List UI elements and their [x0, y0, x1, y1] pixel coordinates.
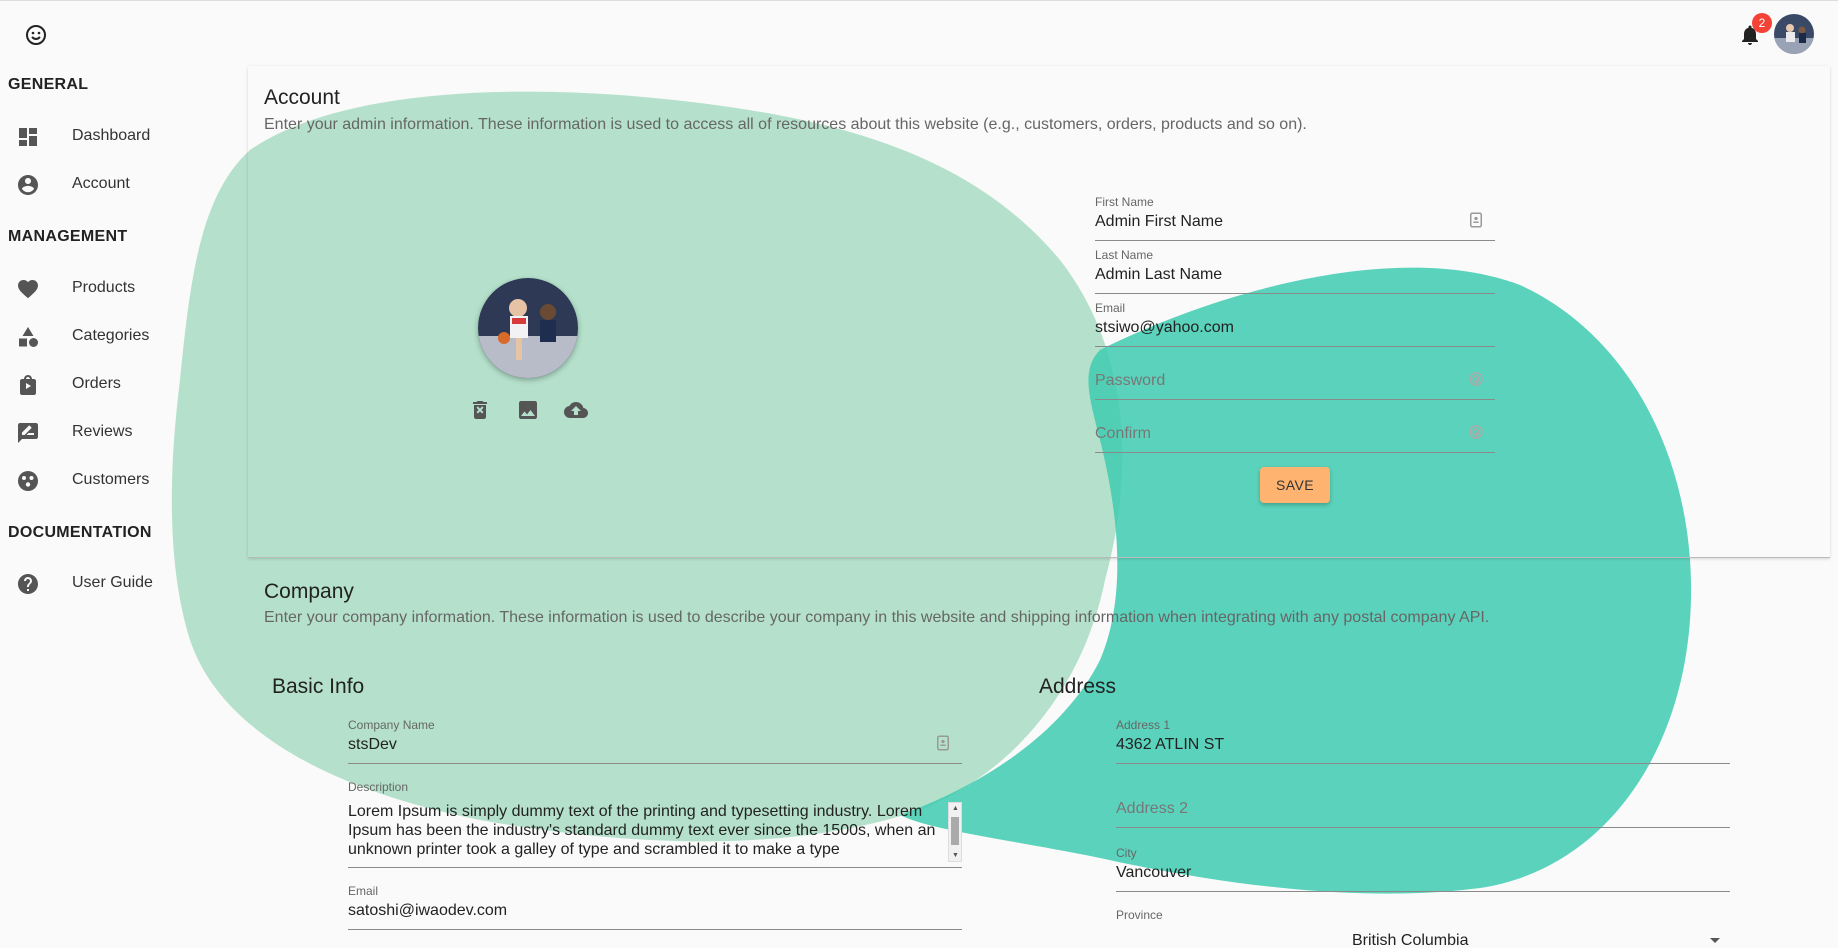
- chevron-down-icon[interactable]: [1710, 938, 1720, 943]
- last-name-field[interactable]: Last Name Admin Last Name: [1095, 248, 1495, 294]
- company-email-label: Email: [348, 884, 379, 898]
- city-value: Vancouver: [1116, 864, 1192, 881]
- password-placeholder: Password: [1095, 372, 1166, 389]
- confirm-placeholder: Confirm: [1095, 425, 1152, 442]
- sidebar-item-label: Products: [72, 279, 136, 296]
- first-name-value: Admin First Name: [1095, 213, 1224, 230]
- sidebar-item-label: Customers: [72, 471, 150, 488]
- province-label: Province: [1116, 908, 1163, 922]
- sidebar-item-label: Orders: [72, 375, 121, 392]
- sidebar-item-account[interactable]: Account: [0, 161, 240, 209]
- password-field[interactable]: Password: [1095, 354, 1495, 400]
- sidebar-item-label: Account: [72, 175, 130, 192]
- sidebar-item-label: Dashboard: [72, 127, 151, 144]
- address-title: Address: [1039, 675, 1117, 698]
- address1-value: 4362 ATLIN ST: [1116, 736, 1225, 753]
- account-circle-icon: [18, 175, 38, 195]
- image-icon[interactable]: [516, 398, 540, 422]
- scroll-thumb[interactable]: [951, 817, 959, 845]
- company-name-label: Company Name: [348, 718, 435, 732]
- sidebar-item-reviews[interactable]: Reviews: [0, 409, 240, 457]
- profile-avatar-image: [478, 278, 578, 378]
- sidebar-item-orders[interactable]: Orders: [0, 361, 240, 409]
- scroll-down-arrow-icon[interactable]: ▼: [952, 852, 959, 859]
- city-field[interactable]: City Vancouver: [1116, 846, 1730, 892]
- address2-field[interactable]: Address 2: [1116, 782, 1730, 828]
- email-label: Email: [1095, 301, 1126, 315]
- company-name-value: stsDev: [348, 736, 397, 753]
- scroll-up-arrow-icon[interactable]: ▲: [952, 805, 959, 812]
- description-text: Lorem Ipsum is simply dummy text of the …: [348, 803, 936, 858]
- address2-placeholder: Address 2: [1116, 800, 1189, 817]
- account-title: Account: [264, 86, 340, 109]
- description-textarea[interactable]: Description Lorem Ipsum is simply dummy …: [348, 780, 962, 868]
- notification-count-badge: 2: [1752, 13, 1772, 33]
- description-scrollbar[interactable]: ▲ ▼: [948, 802, 962, 862]
- description-label: Description: [348, 780, 409, 794]
- delete-avatar-icon[interactable]: [468, 398, 492, 422]
- sidebar-section-documentation: DOCUMENTATION: [8, 524, 152, 541]
- sidebar-item-label: Categories: [72, 327, 150, 344]
- save-button[interactable]: SAVE: [1260, 467, 1330, 503]
- email-field[interactable]: Email stsiwo@yahoo.com: [1095, 301, 1495, 347]
- sidebar-item-user-guide[interactable]: User Guide: [0, 560, 240, 608]
- company-name-field[interactable]: Company Name stsDev: [348, 718, 962, 764]
- company-email-field[interactable]: Email satoshi@iwaodev.com: [348, 884, 962, 930]
- sidebar-item-label: Reviews: [72, 423, 133, 440]
- top-app-bar: 2: [0, 0, 1838, 66]
- last-name-value: Admin Last Name: [1095, 266, 1223, 283]
- heart-icon: [18, 280, 38, 299]
- help-icon: [18, 574, 38, 594]
- contact-card-icon: [1470, 212, 1482, 228]
- sidebar-item-label: User Guide: [72, 574, 153, 591]
- smiley-logo-icon[interactable]: [24, 23, 48, 47]
- first-name-field[interactable]: First Name Admin First Name: [1095, 195, 1495, 241]
- sidebar-item-categories[interactable]: Categories: [0, 313, 240, 361]
- contact-card-icon: [937, 735, 949, 751]
- sidebar-section-management: MANAGEMENT: [8, 228, 128, 245]
- customers-icon: [18, 471, 38, 491]
- sidebar-item-customers[interactable]: Customers: [0, 457, 240, 505]
- basic-info-title: Basic Info: [272, 675, 365, 698]
- cloud-upload-icon[interactable]: [564, 398, 588, 422]
- user-avatar[interactable]: [1774, 14, 1814, 54]
- company-description: Enter your company information. These in…: [264, 609, 1490, 626]
- sidebar-section-general: GENERAL: [8, 76, 89, 93]
- email-value: stsiwo@yahoo.com: [1095, 319, 1234, 336]
- sidebar-item-dashboard[interactable]: Dashboard: [0, 113, 240, 161]
- company-email-value: satoshi@iwaodev.com: [348, 902, 508, 919]
- company-title: Company: [264, 580, 354, 603]
- first-name-label: First Name: [1095, 195, 1154, 209]
- fingerprint-icon: [1469, 425, 1483, 439]
- sidebar-item-products[interactable]: Products: [0, 265, 240, 313]
- fingerprint-icon: [1469, 372, 1483, 386]
- city-label: City: [1116, 846, 1137, 860]
- category-icon: [19, 327, 38, 347]
- shopping-bag-icon: [20, 375, 36, 395]
- account-description: Enter your admin information. These info…: [264, 116, 1307, 133]
- address1-field[interactable]: Address 1 4362 ATLIN ST: [1116, 718, 1730, 764]
- rate-review-icon: [18, 423, 38, 443]
- address1-label: Address 1: [1116, 718, 1171, 732]
- province-select[interactable]: Province British Columbia: [1116, 908, 1730, 948]
- dashboard-icon: [19, 128, 37, 146]
- last-name-label: Last Name: [1095, 248, 1154, 262]
- province-value: British Columbia: [1352, 932, 1469, 948]
- confirm-password-field[interactable]: Confirm: [1095, 407, 1495, 453]
